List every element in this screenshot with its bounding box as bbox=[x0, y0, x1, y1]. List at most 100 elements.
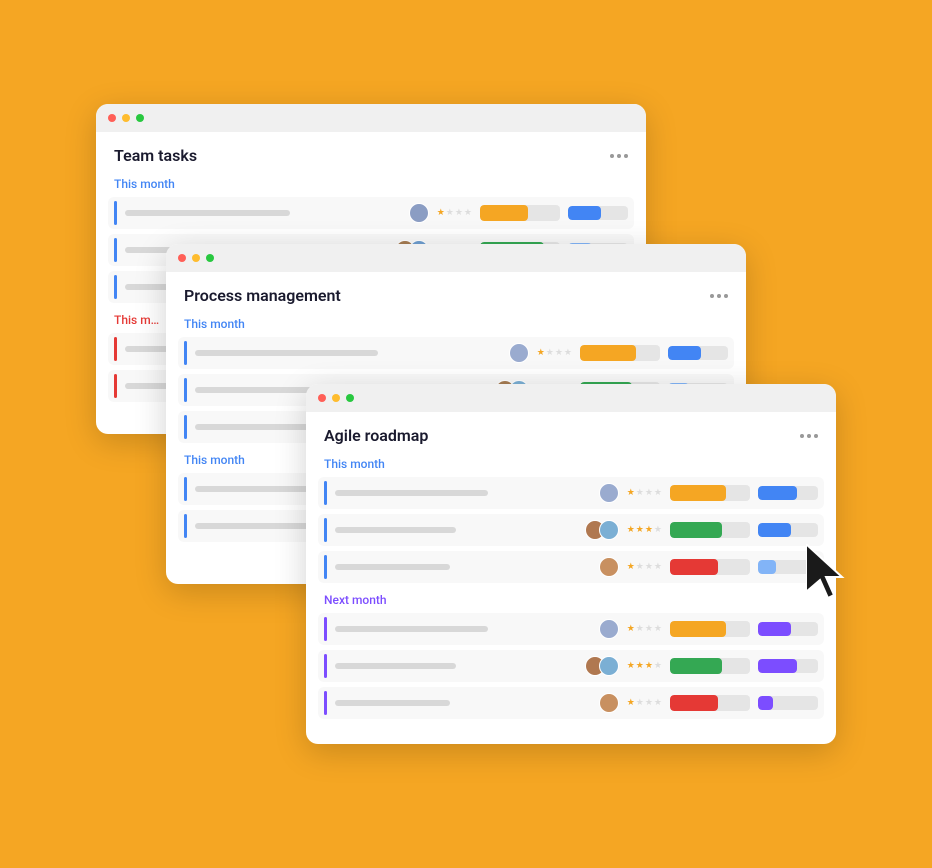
star-empty: ★ bbox=[645, 562, 653, 572]
star-empty: ★ bbox=[546, 348, 554, 358]
avatar bbox=[599, 619, 619, 639]
row-indicator bbox=[324, 518, 327, 542]
avatar-group bbox=[599, 693, 619, 713]
row-text bbox=[335, 527, 577, 533]
star-empty: ★ bbox=[636, 624, 644, 634]
card3-title: Agile roadmap bbox=[324, 426, 428, 445]
dot2 bbox=[807, 434, 811, 438]
dot1 bbox=[800, 434, 804, 438]
progress-fill bbox=[670, 621, 726, 637]
progress-fill bbox=[670, 559, 718, 575]
table-row: ★ ★ ★ ★ bbox=[318, 551, 824, 583]
row-indicator bbox=[324, 654, 327, 678]
star-empty: ★ bbox=[636, 488, 644, 498]
row-indicator bbox=[184, 378, 187, 402]
progress-bar bbox=[670, 658, 750, 674]
star-empty: ★ bbox=[645, 698, 653, 708]
table-row: ★ ★ ★ ★ bbox=[318, 650, 824, 682]
chrome-dot-yellow-3 bbox=[332, 394, 340, 402]
star-empty: ★ bbox=[636, 562, 644, 572]
avatar-group bbox=[585, 520, 619, 540]
dot3 bbox=[724, 294, 728, 298]
star-empty: ★ bbox=[555, 348, 563, 358]
card3-section1-label: This month bbox=[306, 453, 836, 477]
star: ★ bbox=[645, 661, 653, 671]
chrome-dot-green-3 bbox=[346, 394, 354, 402]
chrome-dot-yellow-2 bbox=[192, 254, 200, 262]
progress-fill bbox=[480, 205, 528, 221]
stars: ★ ★ ★ ★ bbox=[537, 348, 572, 358]
card1-menu[interactable] bbox=[610, 154, 628, 158]
chrome-dot-red-1 bbox=[108, 114, 116, 122]
card3-section2-label: Next month bbox=[306, 589, 836, 613]
chrome-dot-red-3 bbox=[318, 394, 326, 402]
row-indicator bbox=[114, 374, 117, 398]
progress-fill bbox=[670, 522, 722, 538]
star: ★ bbox=[636, 661, 644, 671]
star-empty: ★ bbox=[464, 208, 472, 218]
row-text bbox=[335, 663, 577, 669]
row-line bbox=[335, 626, 488, 632]
star-empty: ★ bbox=[645, 488, 653, 498]
row-indicator bbox=[114, 201, 117, 225]
track-fill bbox=[568, 206, 601, 220]
star-empty: ★ bbox=[645, 624, 653, 634]
row-indicator bbox=[184, 514, 187, 538]
row-line bbox=[335, 663, 456, 669]
row-indicator bbox=[324, 481, 327, 505]
track-fill bbox=[668, 346, 701, 360]
track-fill bbox=[758, 659, 797, 673]
row-text bbox=[125, 210, 401, 216]
row-indicator bbox=[184, 415, 187, 439]
track-bar bbox=[668, 346, 728, 360]
track-fill bbox=[758, 696, 773, 710]
star: ★ bbox=[627, 525, 635, 535]
stars: ★ ★ ★ ★ bbox=[627, 624, 662, 634]
row-text bbox=[335, 564, 591, 570]
star-empty: ★ bbox=[636, 698, 644, 708]
stars: ★ ★ ★ ★ bbox=[627, 525, 662, 535]
card2-title: Process management bbox=[184, 286, 341, 305]
row-line bbox=[335, 490, 488, 496]
star-empty: ★ bbox=[455, 208, 463, 218]
star-empty: ★ bbox=[654, 488, 662, 498]
avatar bbox=[599, 483, 619, 503]
row-line bbox=[125, 210, 290, 216]
browser-chrome-3 bbox=[306, 384, 836, 412]
dot2 bbox=[617, 154, 621, 158]
stars: ★ ★ ★ ★ bbox=[627, 562, 662, 572]
star: ★ bbox=[627, 624, 635, 634]
star: ★ bbox=[627, 661, 635, 671]
row-text bbox=[335, 626, 591, 632]
star: ★ bbox=[627, 562, 635, 572]
chrome-dot-green-2 bbox=[206, 254, 214, 262]
star-empty: ★ bbox=[564, 348, 572, 358]
stars: ★ ★ ★ ★ bbox=[627, 698, 662, 708]
table-row: ★ ★ ★ ★ bbox=[108, 197, 634, 229]
row-indicator bbox=[184, 477, 187, 501]
avatar-group bbox=[599, 557, 619, 577]
star: ★ bbox=[645, 525, 653, 535]
row-indicator bbox=[114, 337, 117, 361]
track-bar bbox=[568, 206, 628, 220]
progress-bar bbox=[670, 559, 750, 575]
table-row: ★ ★ ★ ★ bbox=[318, 687, 824, 719]
row-text bbox=[335, 490, 591, 496]
progress-bar bbox=[670, 695, 750, 711]
avatar bbox=[599, 520, 619, 540]
track-bar bbox=[758, 696, 818, 710]
track-fill bbox=[758, 622, 791, 636]
avatar bbox=[599, 656, 619, 676]
avatar-group bbox=[585, 656, 619, 676]
row-indicator bbox=[324, 691, 327, 715]
card2-menu[interactable] bbox=[710, 294, 728, 298]
star-empty: ★ bbox=[654, 661, 662, 671]
card3-menu[interactable] bbox=[800, 434, 818, 438]
card1-header: Team tasks bbox=[96, 132, 646, 173]
avatar bbox=[599, 557, 619, 577]
star-empty: ★ bbox=[654, 562, 662, 572]
star: ★ bbox=[627, 488, 635, 498]
table-row: ★ ★ ★ ★ bbox=[318, 514, 824, 546]
progress-fill bbox=[670, 658, 722, 674]
progress-bar bbox=[480, 205, 560, 221]
